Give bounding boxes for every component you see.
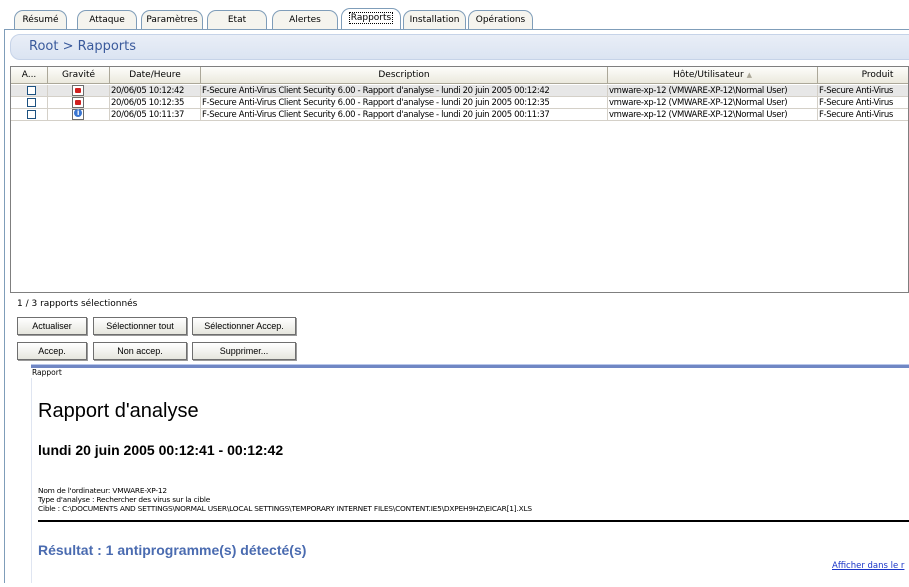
severity-cell bbox=[48, 97, 110, 109]
reports-table[interactable]: A... Gravité Date/Heure Description Hôte… bbox=[10, 66, 909, 293]
report-computer-name: Nom de l'ordinateur: VMWARE-XP-12 bbox=[38, 486, 167, 495]
accept-cell bbox=[11, 97, 48, 109]
table-row[interactable]: 20/06/05 10:12:42 F-Secure Anti-Virus Cl… bbox=[11, 85, 908, 97]
tab-resume[interactable]: Résumé bbox=[14, 10, 67, 29]
table-row[interactable]: 20/06/05 10:11:37 F-Secure Anti-Virus Cl… bbox=[11, 109, 908, 121]
refresh-button[interactable]: Actualiser bbox=[17, 317, 87, 335]
select-accepted-button[interactable]: Sélectionner Accep. bbox=[192, 317, 296, 335]
datetime-cell: 20/06/05 10:12:35 bbox=[110, 97, 201, 109]
accept-checkbox[interactable] bbox=[27, 98, 36, 107]
show-in-link[interactable]: Afficher dans le r bbox=[832, 561, 904, 571]
accept-checkbox[interactable] bbox=[27, 86, 36, 95]
table-row[interactable]: 20/06/05 10:12:35 F-Secure Anti-Virus Cl… bbox=[11, 97, 908, 109]
product-cell: F-Secure Anti-Virus bbox=[818, 85, 908, 97]
col-header-host-label: Hôte/Utilisateur bbox=[673, 70, 744, 80]
tab-installation[interactable]: Installation bbox=[403, 10, 466, 29]
severity-cell bbox=[48, 109, 110, 121]
accept-cell bbox=[11, 85, 48, 97]
tab-parametres[interactable]: Paramètres bbox=[141, 10, 203, 29]
accept-checkbox[interactable] bbox=[27, 110, 36, 119]
product-cell: F-Secure Anti-Virus bbox=[818, 97, 908, 109]
severity-cell bbox=[48, 85, 110, 97]
description-cell: F-Secure Anti-Virus Client Security 6.00… bbox=[201, 85, 608, 97]
alert-icon bbox=[72, 97, 84, 108]
tab-attaque[interactable]: Attaque bbox=[77, 10, 137, 29]
product-cell: F-Secure Anti-Virus bbox=[818, 109, 908, 121]
host-cell: vmware-xp-12 (VMWARE-XP-12\Normal User) bbox=[608, 85, 818, 97]
tab-rapports[interactable]: Rapports bbox=[341, 8, 401, 30]
accept-button[interactable]: Accep. bbox=[17, 342, 87, 360]
table-header: A... Gravité Date/Heure Description Hôte… bbox=[11, 67, 908, 84]
tab-strip: Résumé Attaque Paramètres Etat Alertes R… bbox=[0, 0, 909, 30]
description-cell: F-Secure Anti-Virus Client Security 6.00… bbox=[201, 109, 608, 121]
col-header-severity[interactable]: Gravité bbox=[48, 67, 110, 84]
selection-status: 1 / 3 rapports sélectionnés bbox=[17, 299, 138, 309]
accept-cell bbox=[11, 109, 48, 121]
report-panel-label: Rapport bbox=[32, 368, 909, 378]
report-divider bbox=[38, 520, 909, 522]
breadcrumb: Root > Rapports bbox=[10, 34, 909, 60]
tab-etat[interactable]: Etat bbox=[207, 10, 267, 29]
col-header-product[interactable]: Produit bbox=[818, 67, 908, 84]
report-target: Cible : C:\DOCUMENTS AND SETTINGS\NORMAL… bbox=[38, 504, 532, 513]
not-accept-button[interactable]: Non accep. bbox=[93, 342, 187, 360]
col-header-description[interactable]: Description bbox=[201, 67, 608, 84]
tab-operations[interactable]: Opérations bbox=[468, 10, 533, 29]
report-result: Résultat : 1 antiprogramme(s) détecté(s) bbox=[38, 542, 307, 558]
col-header-datetime[interactable]: Date/Heure bbox=[110, 67, 201, 84]
delete-button[interactable]: Supprimer... bbox=[192, 342, 296, 360]
sort-ascending-icon: ▲ bbox=[746, 71, 752, 79]
datetime-cell: 20/06/05 10:12:42 bbox=[110, 85, 201, 97]
report-datetime: lundi 20 juin 2005 00:12:41 - 00:12:42 bbox=[38, 442, 284, 458]
report-scan-type: Type d'analyse : Rechercher des virus su… bbox=[38, 495, 211, 504]
select-all-button[interactable]: Sélectionner tout bbox=[93, 317, 187, 335]
info-icon bbox=[72, 109, 84, 120]
alert-icon bbox=[72, 85, 84, 96]
description-cell: F-Secure Anti-Virus Client Security 6.00… bbox=[201, 97, 608, 109]
host-cell: vmware-xp-12 (VMWARE-XP-12\Normal User) bbox=[608, 97, 818, 109]
tab-alertes[interactable]: Alertes bbox=[272, 10, 338, 29]
report-title: Rapport d'analyse bbox=[38, 400, 199, 422]
report-panel: Rapport d'analyse lundi 20 juin 2005 00:… bbox=[31, 378, 909, 583]
datetime-cell: 20/06/05 10:11:37 bbox=[110, 109, 201, 121]
col-header-host[interactable]: Hôte/Utilisateur ▲ bbox=[608, 67, 818, 84]
host-cell: vmware-xp-12 (VMWARE-XP-12\Normal User) bbox=[608, 109, 818, 121]
col-header-accepted[interactable]: A... bbox=[11, 67, 48, 84]
